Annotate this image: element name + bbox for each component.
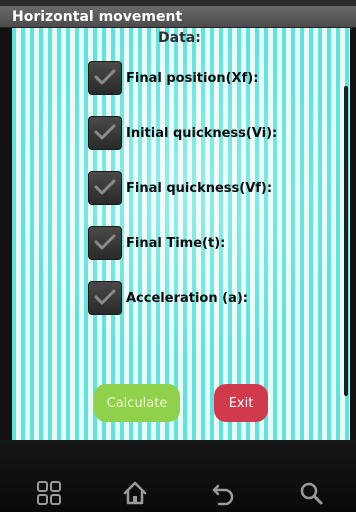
- option-row-final-position[interactable]: Final position(Xf):: [88, 60, 258, 96]
- checkbox-final-position[interactable]: [88, 61, 122, 95]
- checkbox-initial-quickness[interactable]: [88, 116, 122, 150]
- label-final-time: Final Time(t):: [126, 235, 226, 251]
- data-heading: Data:: [158, 30, 201, 46]
- home-icon[interactable]: [122, 480, 148, 506]
- exit-button[interactable]: Exit: [214, 384, 268, 422]
- calculate-button[interactable]: Calculate: [94, 384, 180, 422]
- label-final-position: Final position(Xf):: [126, 70, 259, 86]
- checkmark-icon: [94, 234, 116, 250]
- checkmark-icon: [94, 124, 116, 140]
- option-row-acceleration[interactable]: Acceleration (a):: [88, 280, 248, 316]
- checkmark-icon: [94, 69, 116, 85]
- checkmark-icon: [94, 289, 116, 305]
- label-acceleration: Acceleration (a):: [126, 290, 248, 306]
- title-bar: Horizontal movement: [0, 6, 356, 28]
- option-row-initial-quickness[interactable]: Initial quickness(Vi):: [88, 115, 277, 151]
- form-panel: Data: Final position(Xf): Initial quickn…: [12, 28, 350, 440]
- option-row-final-time[interactable]: Final Time(t):: [88, 225, 225, 261]
- search-icon[interactable]: [298, 480, 324, 506]
- checkmark-icon: [94, 179, 116, 195]
- checkbox-final-time[interactable]: [88, 226, 122, 260]
- apps-icon[interactable]: [36, 480, 62, 506]
- option-row-final-quickness[interactable]: Final quickness(Vf):: [88, 170, 272, 206]
- label-initial-quickness: Initial quickness(Vi):: [126, 125, 278, 141]
- window-title: Horizontal movement: [12, 9, 183, 25]
- scrollbar[interactable]: [344, 86, 348, 396]
- checkbox-acceleration[interactable]: [88, 281, 122, 315]
- back-icon[interactable]: [210, 480, 236, 506]
- label-final-quickness: Final quickness(Vf):: [126, 180, 273, 196]
- checkbox-final-quickness[interactable]: [88, 171, 122, 205]
